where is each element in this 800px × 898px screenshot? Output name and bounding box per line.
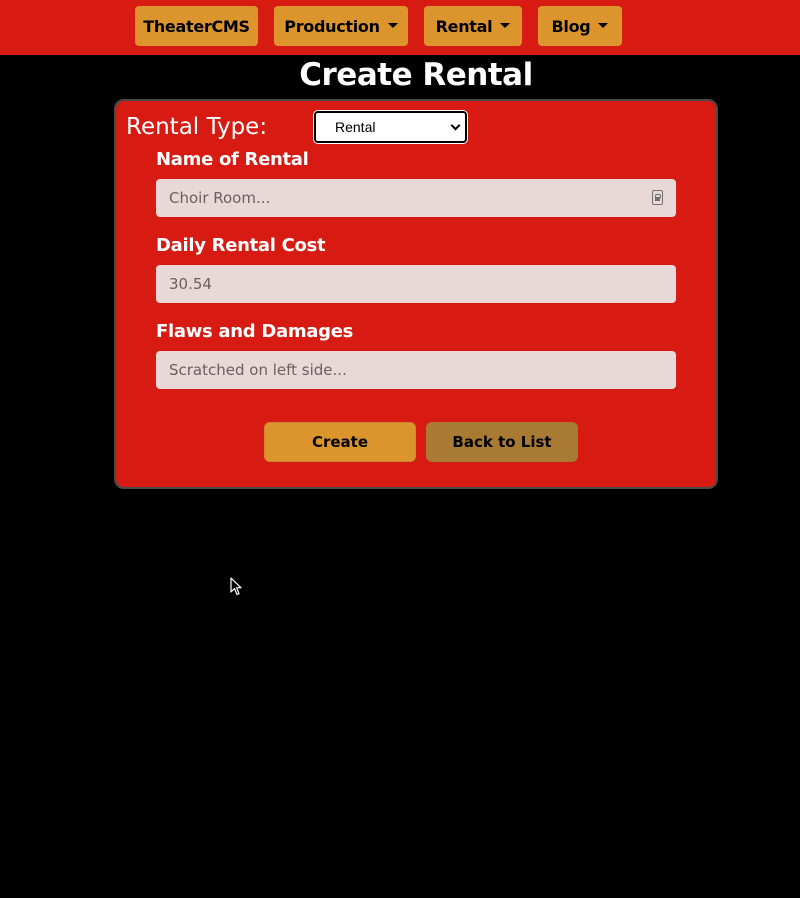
blog-label: Blog bbox=[551, 16, 591, 36]
rental-type-label: Rental Type: bbox=[126, 114, 268, 140]
flaws-label: Flaws and Damages bbox=[156, 321, 354, 342]
production-label: Production bbox=[284, 16, 380, 36]
back-to-list-button[interactable]: Back to List bbox=[426, 422, 578, 462]
daily-cost-input[interactable]: 30.54 bbox=[156, 265, 676, 303]
caret-down-icon bbox=[598, 22, 609, 28]
rental-type-value: Rental bbox=[335, 119, 376, 135]
brand-button[interactable]: TheaterCMS bbox=[135, 6, 258, 46]
mouse-cursor-icon bbox=[230, 577, 242, 596]
rental-dropdown[interactable]: Rental bbox=[424, 6, 522, 46]
top-navbar: TheaterCMS Production Rental Blog bbox=[0, 0, 800, 55]
create-button[interactable]: Create bbox=[264, 422, 416, 462]
daily-cost-value: 30.54 bbox=[169, 275, 212, 293]
page-title: Create Rental bbox=[299, 57, 533, 93]
caret-down-icon bbox=[500, 22, 511, 28]
caret-down-icon bbox=[387, 22, 398, 28]
rental-name-placeholder: Choir Room... bbox=[169, 189, 271, 207]
create-button-label: Create bbox=[311, 433, 369, 451]
select-chevron-icon bbox=[450, 120, 461, 131]
rental-name-input[interactable]: Choir Room... bbox=[156, 179, 676, 217]
contact-card-icon[interactable] bbox=[652, 190, 663, 205]
flaws-placeholder: Scratched on left side... bbox=[169, 361, 347, 379]
brand-label: TheaterCMS bbox=[143, 16, 250, 36]
back-button-label: Back to List bbox=[452, 433, 552, 451]
production-dropdown[interactable]: Production bbox=[274, 6, 408, 46]
rental-label: Rental bbox=[435, 16, 493, 36]
blog-dropdown[interactable]: Blog bbox=[538, 6, 622, 46]
rental-name-label: Name of Rental bbox=[156, 149, 309, 170]
rental-type-select[interactable]: Rental bbox=[314, 111, 467, 143]
daily-cost-label: Daily Rental Cost bbox=[156, 235, 326, 256]
flaws-input[interactable]: Scratched on left side... bbox=[156, 351, 676, 389]
